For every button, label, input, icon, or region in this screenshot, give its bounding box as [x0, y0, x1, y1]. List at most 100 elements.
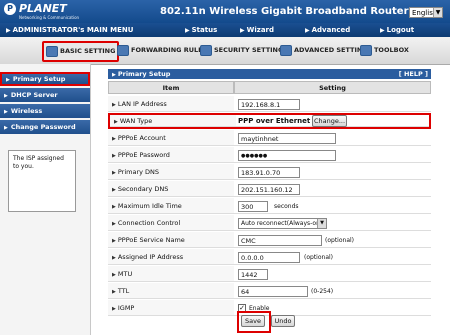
row-service-name: ▶ PPPoE Service Name CMC (optional)	[108, 232, 431, 248]
row-lan-ip: ▶ LAN IP Address 192.168.8.1	[108, 96, 431, 112]
triangle-right-icon: ▶	[112, 136, 116, 142]
change-wan-button[interactable]: Change...	[312, 115, 347, 127]
service-name-label: PPPoE Service Name	[117, 236, 185, 244]
mtu-input[interactable]: 1442	[238, 269, 268, 280]
triangle-right-icon: ▶	[112, 306, 116, 312]
primary-dns-input[interactable]: 183.91.0.70	[238, 167, 300, 178]
row-value: ●●●●●●	[234, 147, 431, 163]
chevron-down-icon: ▼	[433, 8, 442, 17]
row-ttl: ▶ TTL 64 (0-254)	[108, 283, 431, 299]
tab-security-setting[interactable]: SECURITY SETTING	[200, 43, 283, 58]
row-value: PPP over Ethernet Change...	[234, 115, 429, 127]
secondary-dns-input[interactable]: 202.151.160.12	[238, 184, 300, 195]
triangle-right-icon: ▶	[112, 255, 116, 261]
wan-type-value: PPP over Ethernet	[238, 117, 311, 125]
max-idle-label: Maximum Idle Time	[117, 202, 182, 210]
row-value: 202.151.160.12	[234, 181, 431, 197]
tab-basic-setting-label: BASIC SETTING	[60, 47, 116, 55]
row-pppoe-account: ▶ PPPoE Account maytinhnet	[108, 130, 431, 146]
menu-logout-label: Logout	[386, 26, 415, 34]
primary-dns-label: Primary DNS	[117, 168, 160, 176]
triangle-right-icon: ▶	[112, 72, 116, 78]
tab-bar: BASIC SETTING FORWARDING RULES SECURITY …	[0, 37, 450, 65]
row-value: 0.0.0.0 (optional)	[234, 249, 431, 265]
triangle-right-icon: ▶	[114, 119, 118, 125]
service-name-input[interactable]: CMC	[238, 235, 322, 246]
help-link[interactable]: [ HELP ]	[399, 69, 428, 79]
undo-button[interactable]: Undo	[271, 315, 295, 327]
sidebar-item-change-password[interactable]: ▶ Change Password	[0, 120, 90, 134]
router-title: 802.11n Wireless Gigabit Broadband Route…	[160, 6, 409, 17]
menu-status[interactable]: ▶ Status	[185, 26, 217, 34]
menu-advanced-label: Advanced	[311, 26, 351, 34]
menu-advanced[interactable]: ▶ Advanced	[305, 26, 350, 34]
max-idle-unit: seconds	[274, 203, 299, 210]
mtu-label: MTU	[117, 270, 133, 278]
help-box: The ISP assigned to you.	[8, 150, 76, 212]
row-label: ▶ PPPoE Service Name	[108, 232, 234, 248]
column-header-setting: Setting	[234, 81, 431, 94]
logo-subtitle: Networking & Communication	[19, 15, 80, 20]
triangle-right-icon: ▶	[112, 170, 116, 176]
lan-ip-label: LAN IP Address	[117, 100, 167, 108]
assigned-ip-input[interactable]: 0.0.0.0	[238, 252, 300, 263]
row-primary-dns: ▶ Primary DNS 183.91.0.70	[108, 164, 431, 180]
tab-forwarding-rules[interactable]: FORWARDING RULES	[117, 43, 207, 58]
tab-forwarding-rules-label: FORWARDING RULES	[131, 46, 208, 54]
wan-type-label: WAN Type	[119, 117, 153, 125]
row-max-idle: ▶ Maximum Idle Time 300 seconds	[108, 198, 431, 214]
row-label: ▶ Connection Control	[108, 215, 234, 231]
secondary-dns-label: Secondary DNS	[117, 185, 169, 193]
triangle-right-icon: ▶	[185, 27, 190, 34]
row-value: maytinhnet	[234, 130, 431, 146]
row-wan-type: ▶ WAN Type PPP over Ethernet Change...	[108, 113, 431, 129]
advanced-setting-icon	[280, 44, 292, 56]
ttl-label: TTL	[117, 287, 130, 295]
planet-logo-icon: P	[4, 3, 16, 15]
row-label: ▶ WAN Type	[110, 115, 236, 127]
max-idle-input[interactable]: 300	[238, 201, 268, 212]
row-value: Auto reconnect(Always-on) ▼	[234, 215, 431, 231]
panel-title: Primary Setup	[117, 70, 171, 78]
tab-advanced-setting[interactable]: ADVANCED SETTING	[280, 43, 368, 58]
row-value: 183.91.0.70	[234, 164, 431, 180]
tab-advanced-setting-label: ADVANCED SETTING	[294, 46, 368, 54]
pppoe-account-input[interactable]: maytinhnet	[238, 133, 336, 144]
menu-wizard-label: Wizard	[246, 26, 275, 34]
ttl-range-hint: (0-254)	[311, 288, 334, 295]
sidebar-item-label: DHCP Server	[10, 91, 58, 99]
forwarding-rules-icon	[117, 44, 129, 56]
row-label: ▶ IGMP	[108, 300, 234, 316]
sidebar-item-wireless[interactable]: ▶ Wireless	[0, 104, 90, 118]
basic-setting-icon	[46, 45, 58, 57]
security-setting-icon	[200, 44, 212, 56]
optional-hint: (optional)	[304, 254, 333, 261]
menu-wizard[interactable]: ▶ Wizard	[240, 26, 274, 34]
triangle-right-icon: ▶	[4, 109, 8, 115]
menu-admin-main-label: ADMINISTRATOR's MAIN MENU	[12, 26, 134, 34]
menu-admin-main[interactable]: ▶ ADMINISTRATOR's MAIN MENU	[6, 26, 133, 34]
triangle-right-icon: ▶	[112, 272, 116, 278]
language-select[interactable]: English ▼	[409, 7, 443, 18]
triangle-right-icon: ▶	[112, 238, 116, 244]
row-label: ▶ Primary DNS	[108, 164, 234, 180]
sidebar-item-primary-setup[interactable]: ▶ Primary Setup	[0, 72, 90, 86]
connection-control-select[interactable]: Auto reconnect(Always-on) ▼	[238, 218, 327, 229]
connection-control-value: Auto reconnect(Always-on)	[241, 220, 323, 227]
tab-toolbox-label: TOOLBOX	[374, 46, 409, 54]
menu-status-label: Status	[191, 26, 218, 34]
sidebar-item-label: Change Password	[10, 123, 76, 131]
pppoe-password-label: PPPoE Password	[117, 151, 170, 159]
sidebar-item-dhcp-server[interactable]: ▶ DHCP Server	[0, 88, 90, 102]
pppoe-password-input[interactable]: ●●●●●●	[238, 150, 336, 161]
main-menu-bar: ▶ ADMINISTRATOR's MAIN MENU ▶ Status ▶ Wiza…	[0, 23, 450, 37]
tab-toolbox[interactable]: TOOLBOX	[360, 43, 409, 58]
lan-ip-input[interactable]: 192.168.8.1	[238, 99, 300, 110]
menu-logout[interactable]: ▶ Logout	[380, 26, 414, 34]
row-value: 192.168.8.1	[234, 96, 431, 112]
sidebar-item-label: Wireless	[10, 107, 43, 115]
ttl-input[interactable]: 64	[238, 286, 308, 297]
tab-basic-setting[interactable]: BASIC SETTING	[42, 41, 120, 62]
top-header: P PLANET Networking & Communication 802.…	[0, 0, 450, 23]
save-button[interactable]: Save	[241, 315, 265, 327]
